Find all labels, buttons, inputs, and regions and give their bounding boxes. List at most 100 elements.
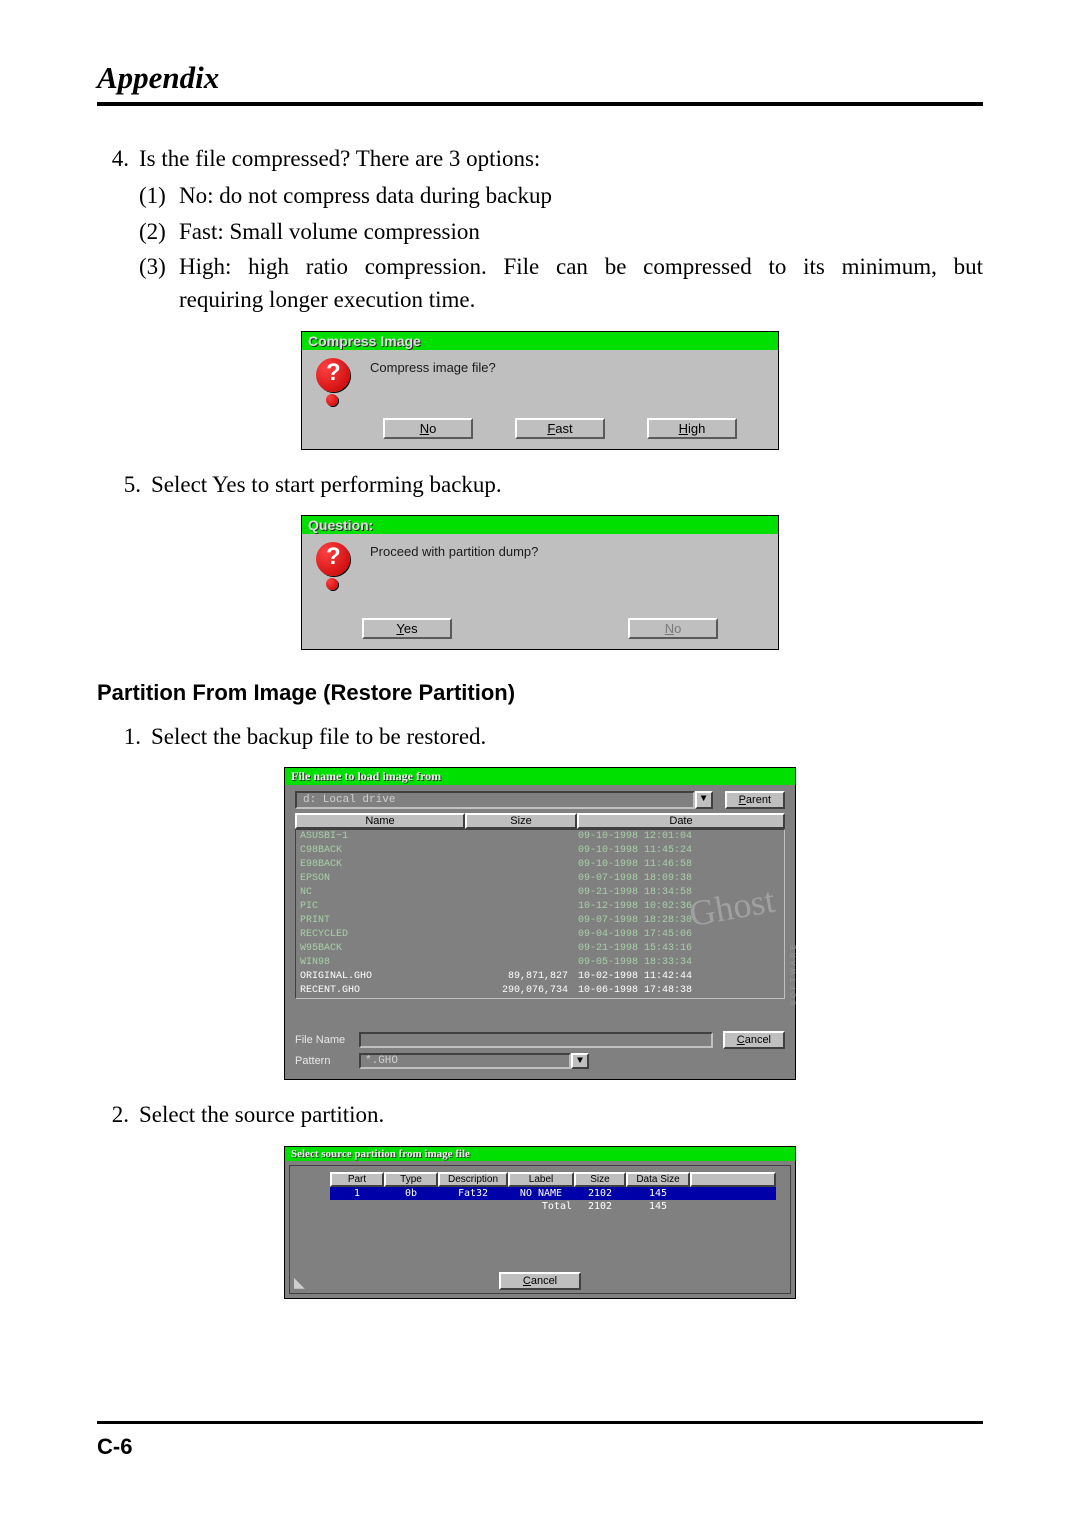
option-1: (1) No: do not compress data during back… <box>139 179 983 212</box>
file-open-dialog: File name to load image from d: Local dr… <box>284 767 796 1080</box>
cell-type: 0b <box>384 1187 438 1200</box>
partition-row-selected[interactable]: 1 0b Fat32 NO NAME 2102 145 <box>330 1187 776 1200</box>
question-mark-icon <box>312 542 358 592</box>
header-name[interactable]: Name <box>295 813 465 829</box>
item-text: Is the file compressed? There are 3 opti… <box>139 142 983 175</box>
cell-total-size: 2102 <box>574 1200 626 1213</box>
opt-text: No: do not compress data during backup <box>179 179 983 212</box>
opt-num: (2) <box>139 215 179 248</box>
file-size: 290,076,734 <box>466 984 578 998</box>
file-size <box>466 858 578 872</box>
file-name: RECENT.GHO <box>300 984 466 998</box>
btn-underline: N <box>420 421 429 436</box>
file-size <box>466 886 578 900</box>
chevron-down-icon[interactable]: ▼ <box>695 791 713 809</box>
opt-num: (1) <box>139 179 179 212</box>
filename-label: File Name <box>295 1034 359 1046</box>
file-date: 09-05-1998 18:33:34 <box>578 956 780 970</box>
drive-combo[interactable]: d: Local drive ▼ <box>295 791 713 809</box>
file-name: NC <box>300 886 466 900</box>
file-size <box>466 956 578 970</box>
opt-num: (3) <box>139 250 179 317</box>
cell-part: 1 <box>330 1187 384 1200</box>
btn-underline: C <box>737 1034 745 1046</box>
header-label: Label <box>508 1172 574 1187</box>
btn-rest: o <box>674 621 681 636</box>
file-name: ASUSBI~1 <box>300 830 466 844</box>
select-partition-dialog: Select source partition from image file … <box>284 1146 796 1299</box>
opt-text: Fast: Small volume compression <box>179 215 983 248</box>
option-list: (1) No: do not compress data during back… <box>139 179 983 316</box>
filename-input[interactable] <box>359 1032 713 1048</box>
yes-button[interactable]: Yes <box>362 618 452 639</box>
partition-headers: Part Type Description Label Size Data Si… <box>330 1172 776 1187</box>
dialog-text: Proceed with partition dump? <box>370 542 538 559</box>
file-name: C98BACK <box>300 844 466 858</box>
cell-size: 2102 <box>574 1187 626 1200</box>
btn-rest: ancel <box>745 1034 771 1046</box>
file-size <box>466 830 578 844</box>
file-row[interactable]: W95BACK09-21-1998 15:43:16 <box>296 942 784 956</box>
fast-button[interactable]: Fast <box>515 418 605 439</box>
list-item-5: 5. Select Yes to start performing backup… <box>97 468 983 501</box>
item-text: Select Yes to start performing backup. <box>151 468 983 501</box>
file-size: 89,871,827 <box>466 970 578 984</box>
item-number: 4. <box>97 142 139 175</box>
item-text: Select the backup file to be restored. <box>151 720 983 753</box>
file-row[interactable]: ORIGINAL.GHO89,871,82710-02-1998 11:42:4… <box>296 970 784 984</box>
high-button[interactable]: High <box>647 418 737 439</box>
footer-divider <box>97 1421 983 1424</box>
btn-rest: arent <box>746 794 771 806</box>
header-date[interactable]: Date <box>577 813 785 829</box>
pattern-combo[interactable]: *.GHO ▼ <box>359 1053 589 1069</box>
option-3: (3) High: high ratio compression. File c… <box>139 250 983 317</box>
btn-underline: C <box>523 1275 531 1287</box>
file-date: 09-04-1998 17:45:06 <box>578 928 780 942</box>
file-name: PIC <box>300 900 466 914</box>
cell-desc: Fat32 <box>438 1187 508 1200</box>
item-number: 2. <box>97 1098 139 1131</box>
btn-underline: H <box>679 421 688 436</box>
btn-underline: P <box>739 794 746 806</box>
compress-image-dialog: Compress Image Compress image file? No F… <box>301 331 779 450</box>
file-row[interactable]: EPSON09-07-1998 18:09:38 <box>296 872 784 886</box>
btn-rest: es <box>404 621 418 636</box>
file-name: EPSON <box>300 872 466 886</box>
restore-step-2: 2. Select the source partition. <box>97 1098 983 1131</box>
resize-grip-icon: ◣ <box>294 1274 305 1291</box>
btn-rest: o <box>429 421 436 436</box>
file-row[interactable]: WIN9809-05-1998 18:33:34 <box>296 956 784 970</box>
cancel-button[interactable]: Cancel <box>499 1272 581 1290</box>
file-row[interactable]: E98BACK09-10-1998 11:46:58 <box>296 858 784 872</box>
file-list-headers: Name Size Date <box>295 813 785 829</box>
item-text: Select the source partition. <box>139 1098 983 1131</box>
cancel-button[interactable]: Cancel <box>723 1031 785 1049</box>
btn-underline: Y <box>396 621 403 636</box>
header-part: Part <box>330 1172 384 1187</box>
cell-total-dsize: 145 <box>626 1200 690 1213</box>
ghost-logo-sub: SOFTWARE <box>790 942 797 1005</box>
chevron-down-icon[interactable]: ▼ <box>571 1053 589 1069</box>
btn-rest: ast <box>555 421 572 436</box>
file-name: RECYCLED <box>300 928 466 942</box>
file-date: 10-02-1998 11:42:44 <box>578 970 780 984</box>
btn-underline: N <box>665 621 674 636</box>
dialog-title: Compress Image <box>302 332 778 350</box>
opt-text: High: high ratio compression. File can b… <box>179 250 983 317</box>
file-name: ORIGINAL.GHO <box>300 970 466 984</box>
file-size <box>466 872 578 886</box>
title-divider <box>97 102 983 106</box>
file-row[interactable]: RECENT.GHO290,076,73410-06-1998 17:48:38 <box>296 984 784 998</box>
header-size[interactable]: Size <box>465 813 577 829</box>
file-date: 09-10-1998 11:46:58 <box>578 858 780 872</box>
page-title: Appendix <box>97 60 983 96</box>
file-size <box>466 928 578 942</box>
file-date: 10-06-1998 17:48:38 <box>578 984 780 998</box>
file-size <box>466 914 578 928</box>
no-button[interactable]: No <box>383 418 473 439</box>
file-row[interactable]: ASUSBI~109-10-1998 12:01:04 <box>296 830 784 844</box>
no-button[interactable]: No <box>628 618 718 639</box>
parent-button[interactable]: Parent <box>725 791 785 809</box>
file-row[interactable]: C98BACK09-10-1998 11:45:24 <box>296 844 784 858</box>
page-number: C-6 <box>97 1434 132 1460</box>
